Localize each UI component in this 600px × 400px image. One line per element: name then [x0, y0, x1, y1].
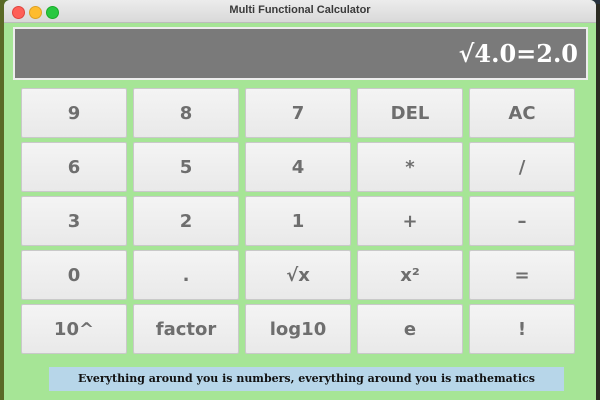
key-1[interactable]: 1	[245, 196, 351, 246]
key-3[interactable]: 3	[21, 196, 127, 246]
window-title: Multi Functional Calculator	[229, 4, 371, 16]
calculator-window: Multi Functional Calculator √4.0=2.0 987…	[4, 0, 596, 400]
key-delete[interactable]: DEL	[357, 88, 463, 138]
key-4[interactable]: 4	[245, 142, 351, 192]
key-factor[interactable]: factor	[133, 304, 239, 354]
key-7[interactable]: 7	[245, 88, 351, 138]
key-subtract[interactable]: –	[469, 196, 575, 246]
key-decimal[interactable]: .	[133, 250, 239, 300]
footer-quote: Everything around you is numbers, everyt…	[49, 367, 564, 391]
key-6[interactable]: 6	[21, 142, 127, 192]
title-bar: Multi Functional Calculator	[4, 0, 596, 23]
key-add[interactable]: +	[357, 196, 463, 246]
key-square[interactable]: x²	[357, 250, 463, 300]
key-5[interactable]: 5	[133, 142, 239, 192]
key-multiply[interactable]: *	[357, 142, 463, 192]
key-9[interactable]: 9	[21, 88, 127, 138]
key-8[interactable]: 8	[133, 88, 239, 138]
key-factorial[interactable]: !	[469, 304, 575, 354]
key-0[interactable]: 0	[21, 250, 127, 300]
key-2[interactable]: 2	[133, 196, 239, 246]
key-power-of-ten[interactable]: 10^	[21, 304, 127, 354]
key-e[interactable]: e	[357, 304, 463, 354]
key-sqrt[interactable]: √x	[245, 250, 351, 300]
calculator-display: √4.0=2.0	[13, 27, 588, 80]
key-all-clear[interactable]: AC	[469, 88, 575, 138]
key-equals[interactable]: =	[469, 250, 575, 300]
key-divide[interactable]: /	[469, 142, 575, 192]
keypad: 9 8 7 DEL AC 6 5 4 */ 3 2 1 + – 0. √x x² = 10^ factor log10 e…	[21, 88, 587, 354]
key-log10[interactable]: log10	[245, 304, 351, 354]
